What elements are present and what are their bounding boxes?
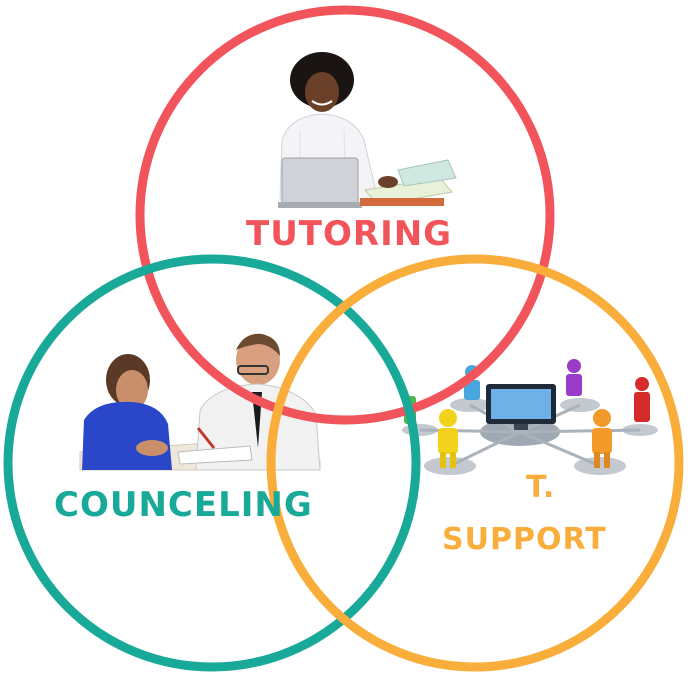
figure-red (634, 377, 650, 422)
support-label-line2: SUPPORT (442, 522, 607, 557)
figure-purple (566, 359, 582, 396)
network-people-around-screen-illustration (402, 359, 658, 475)
tutoring-label: TUTORING (246, 214, 453, 254)
person-at-laptop-photo (278, 52, 468, 210)
venn-diagram (3, 5, 684, 672)
support-label-line1: T. (526, 470, 556, 505)
counceling-label: COUNCELING (54, 485, 313, 525)
